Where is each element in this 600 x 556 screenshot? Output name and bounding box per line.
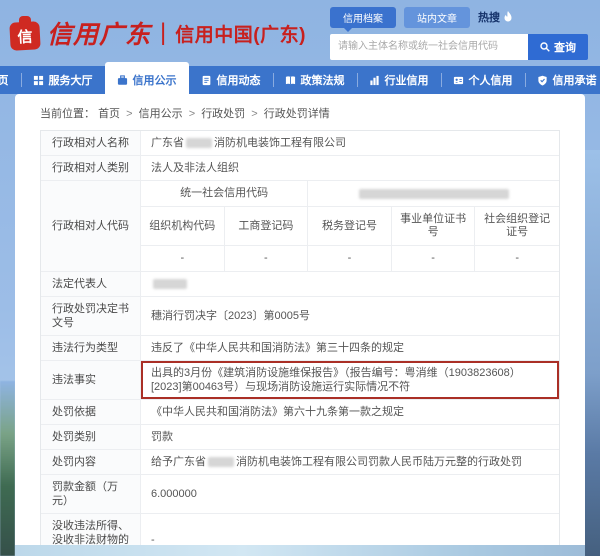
row-value-fine-amount: 6.000000 <box>141 475 559 513</box>
redacted-text <box>208 457 234 467</box>
site-header: 信 信用广东 | 信用中国(广东) 信用档案 站内文章 热搜 查询 <box>0 0 600 66</box>
search-icon <box>540 42 550 52</box>
bar-chart-icon <box>369 75 380 86</box>
nav-item-service-hall[interactable]: 服务大厅 <box>21 66 105 94</box>
row-label: 违法事实 <box>41 361 141 399</box>
content-card: 当前位置： 首页 > 信用公示 > 行政处罚 > 行政处罚详情 行政相对人名称 … <box>15 94 585 545</box>
code-header: 事业单位证书号 <box>392 207 476 245</box>
code-value: - <box>225 246 309 271</box>
row-value-party-name: 广东省消防机电装饰工程有限公司 <box>141 131 559 155</box>
breadcrumb-penalty-detail: 行政处罚详情 <box>264 108 330 120</box>
redacted-text <box>359 189 509 199</box>
row-label: 处罚依据 <box>41 400 141 424</box>
site-logo: 信 信用广东 | 信用中国(广东) <box>10 15 306 51</box>
row-value-party-codes: 统一社会信用代码 组织机构代码 工商登记码 税务登记号 事业单位证书号 社会组织… <box>141 181 559 271</box>
nav-item-industry-credit[interactable]: 行业信用 <box>357 66 441 94</box>
breadcrumb-admin-penalty[interactable]: 行政处罚 <box>201 108 245 120</box>
row-label: 处罚类别 <box>41 425 141 449</box>
document-icon <box>201 75 212 86</box>
nav-item-policies[interactable]: 政策法规 <box>273 66 357 94</box>
row-value-penalty-category: 罚款 <box>141 425 559 449</box>
row-value-violation-type: 违反了《中华人民共和国消防法》第三十四条的规定 <box>141 336 559 360</box>
hot-search-label: 热搜 <box>478 9 500 25</box>
seal-logo-icon: 信 <box>10 16 40 50</box>
grid-icon <box>33 75 44 86</box>
search-input[interactable] <box>330 34 528 60</box>
table-row: 行政相对人类别 法人及非法人组织 <box>41 156 559 181</box>
row-label: 行政相对人名称 <box>41 131 141 155</box>
redacted-text <box>186 138 212 148</box>
flame-icon <box>503 11 513 23</box>
row-value-penalty-content: 给予广东省消防机电装饰工程有限公司罚款人民币陆万元整的行政处罚 <box>141 450 559 474</box>
table-row: 罚款金额（万元） 6.000000 <box>41 475 559 514</box>
table-row: 没收违法所得、没收非法财物的金额（万元） - <box>41 514 559 545</box>
row-value-violation-facts-highlighted: 出具的3月份《建筑消防设施维保报告》（报告编号：粤消维（1903823608）[… <box>141 361 559 399</box>
briefcase-icon <box>117 75 128 86</box>
breadcrumb-prefix: 当前位置： <box>40 108 95 120</box>
table-row: 违法行为类型 违反了《中华人民共和国消防法》第三十四条的规定 <box>41 336 559 361</box>
nav-item-credit-news[interactable]: 信用动态 <box>189 66 273 94</box>
shield-icon <box>537 75 548 86</box>
row-label: 罚款金额（万元） <box>41 475 141 513</box>
row-label: 违法行为类型 <box>41 336 141 360</box>
code-value: - <box>475 246 559 271</box>
code-value: - <box>308 246 392 271</box>
hot-search[interactable]: 热搜 <box>478 9 513 25</box>
row-value-doc-no: 穗消行罚决字〔2023〕第0005号 <box>141 297 559 335</box>
id-card-icon <box>453 75 464 86</box>
code-value: - <box>141 246 225 271</box>
background-photo-left <box>0 381 15 556</box>
code-header: 工商登记码 <box>225 207 309 245</box>
row-value-legal-rep <box>141 272 559 296</box>
breadcrumb-home[interactable]: 首页 <box>98 108 120 120</box>
code-value: - <box>392 246 476 271</box>
table-row: 行政相对人代码 统一社会信用代码 组织机构代码 工商登记码 税务登记号 事业单位… <box>41 181 559 272</box>
row-value-penalty-basis: 《中华人民共和国消防法》第六十九条第一款之规定 <box>141 400 559 424</box>
nav-item-personal-credit[interactable]: 个人信用 <box>441 66 525 94</box>
table-row: 违法事实 出具的3月份《建筑消防设施维保报告》（报告编号：粤消维（1903823… <box>41 361 559 400</box>
search-module: 信用档案 站内文章 热搜 查询 <box>330 7 588 60</box>
logo-divider: | <box>160 19 166 47</box>
table-row: 处罚类别 罚款 <box>41 425 559 450</box>
penalty-detail-table: 行政相对人名称 广东省消防机电装饰工程有限公司 行政相对人类别 法人及非法人组织… <box>40 130 560 545</box>
table-row: 行政相对人名称 广东省消防机电装饰工程有限公司 <box>41 131 559 156</box>
uscc-value <box>308 181 559 206</box>
uscc-label: 统一社会信用代码 <box>141 181 308 206</box>
main-nav: 首页 服务大厅 信用公示 信用动态 政策法规 行业信用 个人信用 信用承诺 <box>0 66 600 94</box>
row-label: 处罚内容 <box>41 450 141 474</box>
site-title: 信用中国(广东) <box>175 20 306 47</box>
breadcrumb-credit-publicity[interactable]: 信用公示 <box>139 108 183 120</box>
code-header: 社会组织登记证号 <box>475 207 559 245</box>
nav-item-home[interactable]: 首页 <box>0 66 21 94</box>
table-row: 法定代表人 <box>41 272 559 297</box>
table-row: 处罚内容 给予广东省消防机电装饰工程有限公司罚款人民币陆万元整的行政处罚 <box>41 450 559 475</box>
row-value-confiscation-amount: - <box>141 514 559 545</box>
redacted-text <box>153 279 187 289</box>
row-label: 行政相对人代码 <box>41 181 141 271</box>
brand-title: 信用广东 <box>47 15 151 51</box>
search-button[interactable]: 查询 <box>528 34 588 60</box>
book-icon <box>285 75 296 86</box>
search-tab-credit-archive[interactable]: 信用档案 <box>330 7 396 28</box>
nav-item-credit-commitment[interactable]: 信用承诺 <box>525 66 600 94</box>
nav-item-credit-publicity[interactable]: 信用公示 <box>105 62 189 94</box>
row-label: 行政相对人类别 <box>41 156 141 180</box>
breadcrumb: 当前位置： 首页 > 信用公示 > 行政处罚 > 行政处罚详情 <box>15 94 585 130</box>
code-header: 税务登记号 <box>308 207 392 245</box>
table-row: 处罚依据 《中华人民共和国消防法》第六十九条第一款之规定 <box>41 400 559 425</box>
row-label: 没收违法所得、没收非法财物的金额（万元） <box>41 514 141 545</box>
row-value-party-category: 法人及非法人组织 <box>141 156 559 180</box>
background-photo-right <box>585 150 600 556</box>
background-photo-bottom <box>15 545 585 556</box>
search-tab-site-articles[interactable]: 站内文章 <box>404 7 470 28</box>
row-label: 法定代表人 <box>41 272 141 296</box>
row-label: 行政处罚决定书文号 <box>41 297 141 335</box>
table-row: 行政处罚决定书文号 穗消行罚决字〔2023〕第0005号 <box>41 297 559 336</box>
code-header: 组织机构代码 <box>141 207 225 245</box>
